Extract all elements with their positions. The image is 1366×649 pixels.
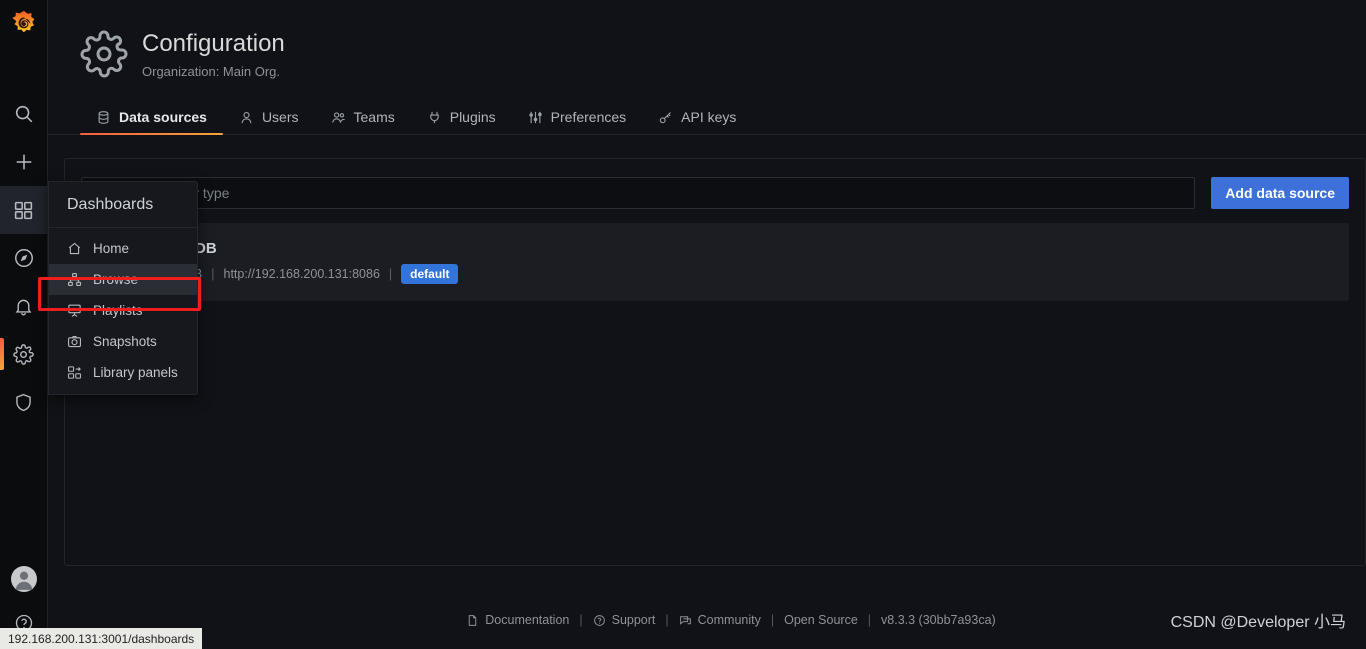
presentation-icon bbox=[67, 303, 82, 318]
tab-api-keys[interactable]: API keys bbox=[642, 109, 752, 134]
key-icon bbox=[658, 110, 673, 125]
flyout-item-label: Snapshots bbox=[93, 334, 157, 349]
footer-link-label: Documentation bbox=[485, 613, 570, 627]
flyout-item-browse[interactable]: Browse bbox=[49, 264, 197, 295]
add-data-source-button[interactable]: Add data source bbox=[1211, 177, 1349, 209]
flyout-item-label: Browse bbox=[93, 272, 139, 287]
sidebar-item-alerting[interactable] bbox=[0, 282, 48, 330]
footer-link-support[interactable]: Support bbox=[593, 613, 656, 627]
tab-label: Data sources bbox=[119, 109, 207, 125]
user-icon bbox=[239, 110, 254, 125]
footer-link-community[interactable]: Community bbox=[679, 613, 761, 627]
sidebar-item-search[interactable] bbox=[0, 90, 48, 138]
flyout-item-snapshots[interactable]: Snapshots bbox=[49, 326, 197, 357]
flyout-title[interactable]: Dashboards bbox=[49, 182, 197, 228]
grafana-logo[interactable] bbox=[0, 4, 48, 44]
page-title-block: Configuration Organization: Main Org. bbox=[142, 30, 285, 79]
flyout-item-label: Playlists bbox=[93, 303, 143, 318]
footer-separator: | bbox=[579, 613, 583, 627]
footer-link-label: Support bbox=[611, 613, 656, 627]
config-tabs: Data sources Users Teams Plugins Prefere… bbox=[48, 99, 1366, 135]
page-title: Configuration bbox=[142, 30, 285, 57]
comments-icon bbox=[679, 614, 692, 627]
meta-separator: | bbox=[211, 267, 215, 281]
question-circle-icon bbox=[593, 614, 606, 627]
bell-icon bbox=[13, 296, 34, 317]
data-source-url: http://192.168.200.131:8086 bbox=[223, 267, 380, 281]
data-sources-panel: Add data source InfluxDB bbox=[64, 158, 1366, 566]
data-source-info: InfluxDB InfluxDB | http://192.168.200.1… bbox=[155, 240, 459, 284]
page-container: Configuration Organization: Main Org. Da… bbox=[48, 0, 1366, 649]
sidebar-item-create[interactable] bbox=[0, 138, 48, 186]
plug-icon bbox=[427, 110, 442, 125]
data-source-name: InfluxDB bbox=[155, 240, 458, 257]
tab-data-sources[interactable]: Data sources bbox=[80, 109, 223, 135]
status-bar-url: 192.168.200.131:3001/dashboards bbox=[0, 628, 203, 649]
data-source-row[interactable]: InfluxDB InfluxDB | http://192.168.200.1… bbox=[81, 223, 1349, 301]
sidebar-item-explore[interactable] bbox=[0, 234, 48, 282]
tab-label: API keys bbox=[681, 109, 737, 125]
sidebar-item-user[interactable] bbox=[0, 555, 48, 603]
left-nav-rail bbox=[0, 0, 48, 649]
database-icon bbox=[96, 110, 111, 125]
flyout-item-home[interactable]: Home bbox=[49, 233, 197, 264]
sidebar-item-dashboards[interactable] bbox=[0, 186, 48, 234]
sidebar-item-server-admin[interactable] bbox=[0, 378, 48, 426]
users-icon bbox=[331, 110, 346, 125]
footer-link-documentation[interactable]: Documentation bbox=[466, 613, 569, 627]
tab-label: Teams bbox=[353, 109, 395, 125]
sitemap-icon bbox=[67, 272, 82, 287]
footer-version: v8.3.3 (30bb7a93ca) bbox=[881, 613, 996, 627]
watermark: CSDN @Developer 小马 bbox=[1170, 614, 1346, 631]
panel-toolbar: Add data source bbox=[65, 159, 1365, 209]
document-icon bbox=[466, 614, 479, 627]
sidebar-item-configuration[interactable] bbox=[0, 330, 48, 378]
gear-icon bbox=[13, 343, 34, 365]
shield-icon bbox=[13, 392, 34, 413]
grafana-app: Configuration Organization: Main Org. Da… bbox=[0, 0, 1366, 649]
footer-link-label: Open Source bbox=[784, 613, 858, 627]
flyout-item-list: Home Browse Playlists Snapshots Library … bbox=[49, 228, 197, 394]
avatar bbox=[10, 566, 37, 592]
flyout-item-library-panels[interactable]: Library panels bbox=[49, 357, 197, 388]
home-icon bbox=[67, 241, 82, 256]
sliders-icon bbox=[528, 110, 543, 125]
meta-separator: | bbox=[388, 267, 393, 281]
dashboards-grid-icon bbox=[13, 200, 34, 221]
footer-separator: | bbox=[867, 613, 872, 627]
data-source-list: InfluxDB InfluxDB | http://192.168.200.1… bbox=[65, 209, 1365, 301]
flyout-item-label: Library panels bbox=[93, 365, 178, 380]
camera-icon bbox=[67, 334, 82, 349]
footer-separator: | bbox=[770, 613, 775, 627]
tab-teams[interactable]: Teams bbox=[315, 109, 411, 134]
tab-plugins[interactable]: Plugins bbox=[411, 109, 512, 134]
tab-label: Plugins bbox=[449, 109, 496, 125]
tab-preferences[interactable]: Preferences bbox=[512, 109, 642, 134]
tab-label: Preferences bbox=[550, 109, 627, 125]
flyout-item-label: Home bbox=[93, 241, 130, 256]
plus-icon bbox=[13, 151, 35, 173]
status-badge: default bbox=[401, 264, 459, 284]
library-panels-icon bbox=[67, 365, 82, 380]
flyout-item-playlists[interactable]: Playlists bbox=[49, 295, 197, 326]
data-source-meta: InfluxDB | http://192.168.200.131:8086 |… bbox=[155, 264, 459, 284]
tab-users[interactable]: Users bbox=[223, 109, 315, 134]
tab-label: Users bbox=[261, 109, 299, 125]
compass-icon bbox=[13, 247, 35, 269]
search-icon bbox=[13, 103, 35, 125]
footer-link-open-source[interactable]: Open Source bbox=[784, 613, 858, 627]
gear-icon bbox=[80, 30, 128, 78]
footer-separator: | bbox=[665, 613, 669, 627]
footer-link-label: Community bbox=[697, 613, 761, 627]
search-input[interactable] bbox=[81, 177, 1196, 209]
page-header: Configuration Organization: Main Org. bbox=[48, 0, 1366, 79]
dashboards-flyout-menu: Dashboards Home Browse Playlists Snapsho… bbox=[48, 181, 198, 395]
page-subtitle: Organization: Main Org. bbox=[142, 64, 281, 79]
